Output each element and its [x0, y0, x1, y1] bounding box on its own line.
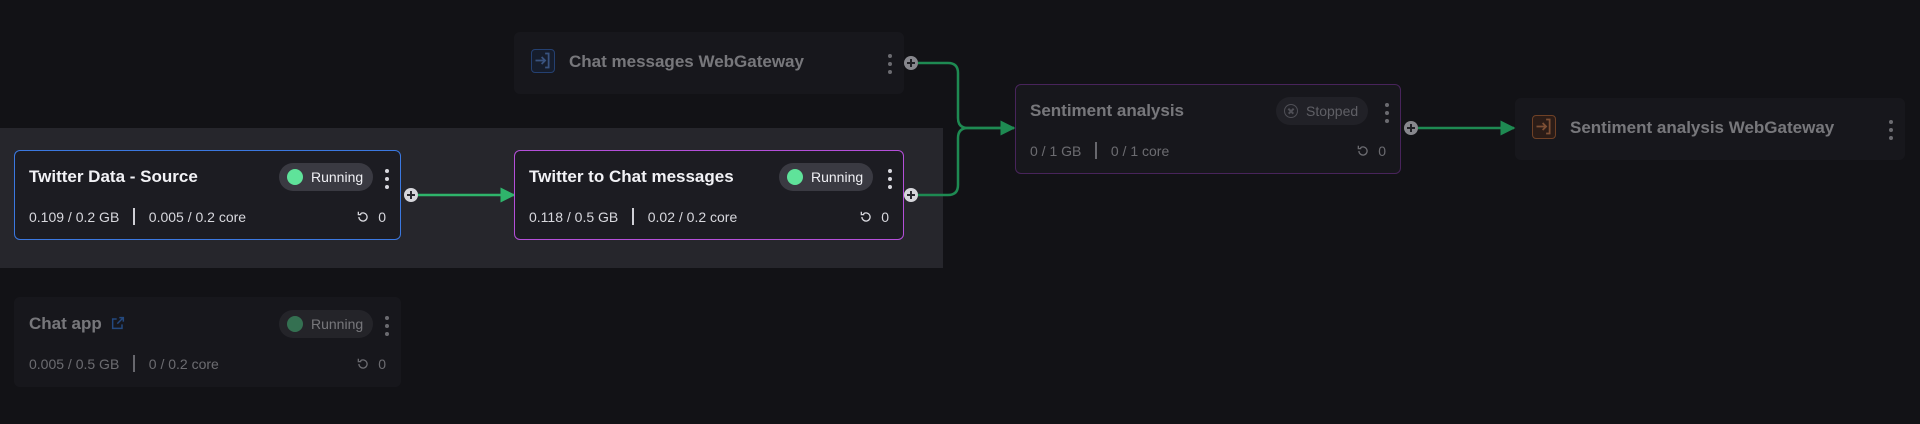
memory-usage: 0 / 1 GB [1030, 142, 1082, 159]
node-title: Sentiment analysis WebGateway [1570, 118, 1835, 137]
running-dot-icon [287, 316, 303, 332]
gateway-input-icon [531, 49, 555, 73]
restart-icon [1357, 145, 1368, 156]
more-vertical-icon[interactable] [1384, 103, 1390, 123]
cpu-usage: 0 / 1 core [1110, 142, 1170, 159]
more-vertical-icon[interactable] [887, 169, 893, 189]
sentiment-analysis-node[interactable]: Sentiment analysis Stopped 0 / 1 GB 0 / … [1015, 84, 1401, 174]
restart-count: 0 [356, 209, 386, 225]
node-title: Chat messages WebGateway [569, 52, 804, 71]
divider [133, 355, 135, 372]
add-port-icon[interactable] [1404, 121, 1418, 135]
memory-usage: 0.118 / 0.5 GB [529, 208, 619, 225]
add-port-icon[interactable] [904, 188, 918, 202]
resource-metrics: 0 / 1 GB 0 / 1 core [1030, 142, 1169, 159]
restart-icon [860, 211, 871, 222]
add-port-icon[interactable] [404, 188, 418, 202]
memory-usage: 0.005 / 0.5 GB [29, 355, 120, 372]
node-title: Twitter Data - Source [29, 167, 198, 186]
twitter-to-chat-node[interactable]: Twitter to Chat messages Running 0.118 /… [514, 150, 904, 240]
more-vertical-icon[interactable] [1888, 120, 1894, 140]
twitter-source-node[interactable]: Twitter Data - Source Running 0.109 / 0.… [14, 150, 401, 240]
restart-count: 0 [356, 356, 386, 372]
sentiment-gateway-node[interactable]: Sentiment analysis WebGateway [1515, 98, 1905, 160]
node-title: Chat app [29, 314, 126, 334]
add-port-icon[interactable] [904, 56, 918, 70]
edge-gateway-to-sentiment [918, 61, 1014, 130]
restart-icon [357, 211, 368, 222]
external-link-icon[interactable] [110, 315, 126, 331]
restart-count: 0 [1356, 143, 1386, 159]
node-title: Twitter to Chat messages [529, 167, 734, 186]
node-title-text: Chat app [29, 314, 102, 333]
status-label: Stopped [1306, 103, 1359, 119]
chat-messages-gateway-node[interactable]: Chat messages WebGateway [514, 32, 904, 94]
status-label: Running [311, 169, 364, 185]
status-badge: Stopped [1276, 97, 1369, 125]
gateway-output-icon [1532, 115, 1556, 139]
resource-metrics: 0.005 / 0.5 GB 0 / 0.2 core [29, 355, 219, 372]
chat-app-node[interactable]: Chat app Running 0.005 / 0.5 GB 0 / 0.2 … [14, 297, 401, 387]
restart-value: 0 [881, 209, 889, 225]
pipeline-canvas[interactable]: Chat messages WebGateway Twitter Data - … [0, 0, 1920, 424]
more-vertical-icon[interactable] [384, 169, 390, 189]
more-vertical-icon[interactable] [887, 54, 893, 74]
divider [632, 208, 634, 225]
cpu-usage: 0.02 / 0.2 core [647, 208, 738, 225]
running-dot-icon [287, 169, 303, 185]
resource-metrics: 0.109 / 0.2 GB 0.005 / 0.2 core [29, 208, 246, 225]
stopped-icon [1284, 104, 1298, 118]
restart-value: 0 [378, 209, 386, 225]
memory-usage: 0.109 / 0.2 GB [29, 208, 120, 225]
divider [1095, 142, 1097, 159]
more-vertical-icon[interactable] [384, 316, 390, 336]
resource-metrics: 0.118 / 0.5 GB 0.02 / 0.2 core [529, 208, 737, 225]
restart-value: 0 [1378, 143, 1386, 159]
status-label: Running [311, 316, 364, 332]
divider [133, 208, 135, 225]
status-label: Running [811, 169, 864, 185]
node-title: Sentiment analysis [1030, 101, 1185, 120]
restart-icon [357, 358, 368, 369]
cpu-usage: 0.005 / 0.2 core [148, 208, 247, 225]
status-badge: Running [279, 310, 374, 338]
edge-transform-to-sentiment [918, 120, 1016, 197]
status-badge: Running [779, 163, 874, 191]
status-badge: Running [279, 163, 374, 191]
restart-value: 0 [378, 356, 386, 372]
running-dot-icon [787, 169, 803, 185]
cpu-usage: 0 / 0.2 core [148, 355, 219, 372]
restart-count: 0 [859, 209, 889, 225]
